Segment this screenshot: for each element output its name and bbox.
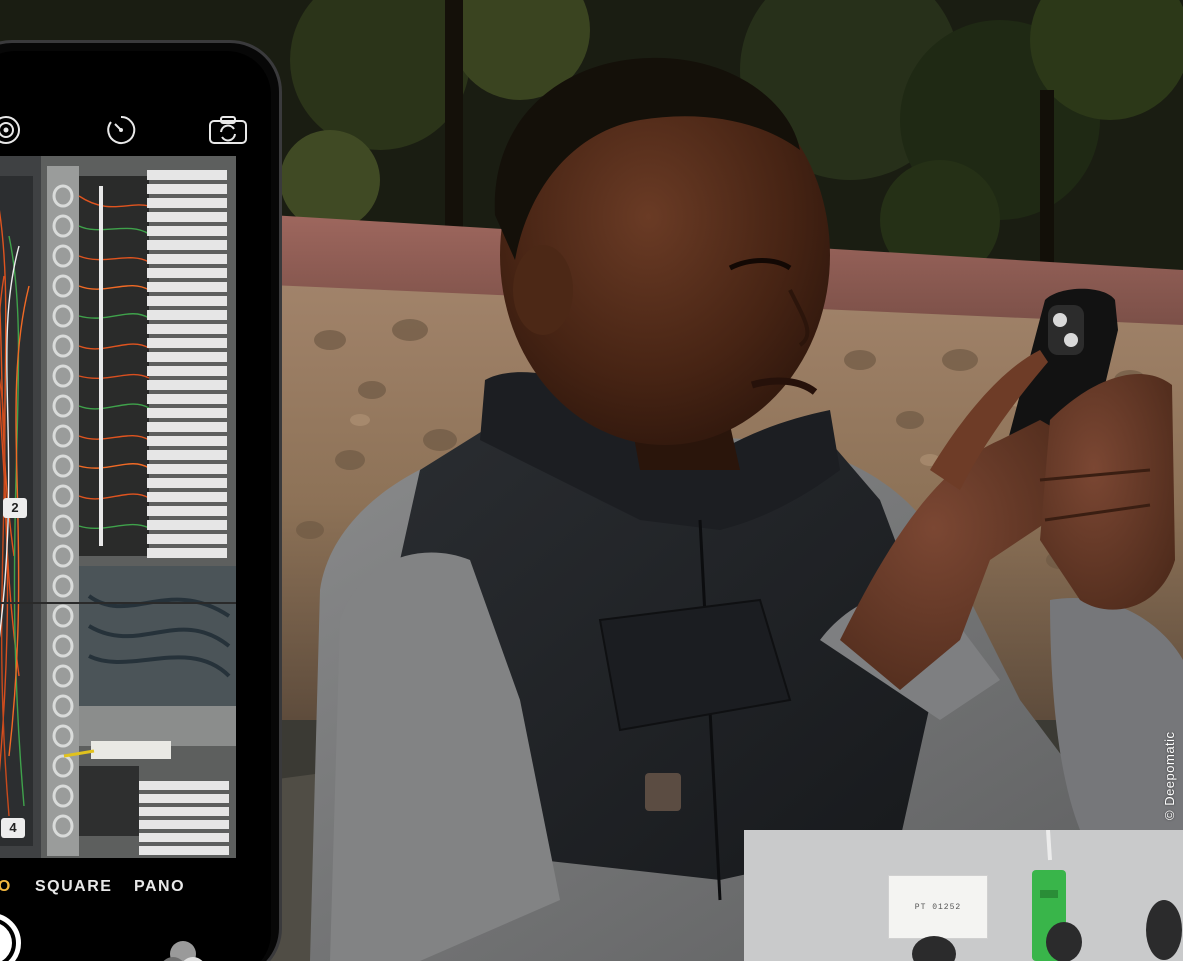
mode-photo[interactable]: OTO (0, 878, 12, 896)
mode-square[interactable]: SQUARE (35, 878, 112, 896)
server-rack-view (0, 156, 236, 858)
shutter-button[interactable] (0, 913, 21, 961)
inset-connectors (912, 830, 1182, 961)
phone-mockup: 2 4 OTO SQUARE PANO (0, 40, 282, 961)
rack-label-2: 2 (3, 498, 27, 518)
flip-camera-icon[interactable] (208, 113, 248, 147)
shutter-inner (0, 922, 12, 961)
photo-composite: 2 4 OTO SQUARE PANO PT 01252 © Deepomati (0, 0, 1183, 961)
phone-screen: 2 4 OTO SQUARE PANO (0, 51, 271, 961)
photo-credit: © Deepomatic (1162, 731, 1177, 820)
live-photo-icon[interactable] (0, 113, 23, 147)
mode-pano[interactable]: PANO (134, 878, 185, 896)
filters-icon[interactable] (155, 938, 211, 961)
timer-icon[interactable] (104, 113, 138, 147)
rack-label-4: 4 (1, 818, 25, 838)
inset-photo: PT 01252 (744, 830, 1183, 961)
camera-viewfinder[interactable]: 2 4 (0, 156, 236, 858)
